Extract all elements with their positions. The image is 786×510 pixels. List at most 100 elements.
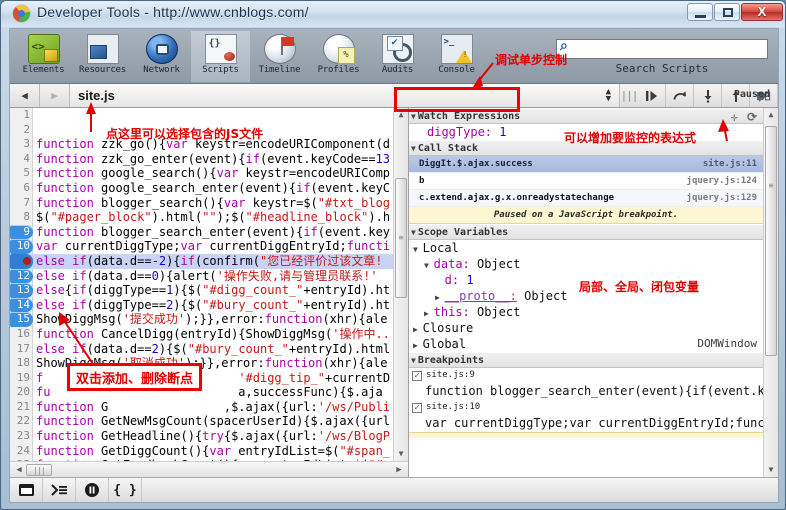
line-number[interactable]: 15 [10,312,33,327]
call-stack-row[interactable]: DiggIt.$.ajax.success site.js:11 [409,156,763,173]
code-line[interactable]: 11else if(data.d==-2){if(confirm("您已经评价过… [10,254,408,269]
code-line[interactable]: 13else{if(diggType==1){$("#digg_count_"+… [10,283,408,298]
line-number[interactable]: 5 [10,166,33,181]
source-lines[interactable]: 123function zzk_go(){var keystr=encodeUR… [10,108,408,461]
dock-to-window-button[interactable] [10,478,43,502]
line-number[interactable]: 11 [10,254,33,269]
line-number[interactable]: 21 [10,400,33,415]
line-number[interactable]: 18 [10,356,33,371]
line-number[interactable]: 22 [10,414,33,429]
scope-variables-header[interactable]: ▼ Scope Variables [409,224,763,240]
line-number[interactable]: 6 [10,181,33,196]
show-console-button[interactable] [43,478,76,502]
sidebar-vertical-scrollbar[interactable]: ▲ ≡ ▼ [763,108,778,477]
scope-row[interactable]: d: 1 [409,272,763,288]
line-number[interactable]: 8 [10,210,33,225]
breakpoint-checkbox[interactable]: ✓ [412,371,422,381]
chevron-down-icon[interactable]: ▼ [424,261,434,270]
sidebar-vscroll-thumb[interactable]: ≡ [765,126,777,356]
tab-scripts[interactable]: Scripts [191,31,250,82]
code-line[interactable]: 16function CancelDigg(entryId){ShowDiggM… [10,327,408,342]
line-number[interactable]: 23 [10,429,33,444]
line-number[interactable]: 3 [10,137,33,152]
chevron-down-icon[interactable]: ▼ [413,245,423,254]
breakpoints-header[interactable]: ▼ Breakpoints [409,352,763,368]
line-number[interactable]: 2 [10,123,33,138]
code-line[interactable]: 9function blogger_search_enter(event){if… [10,225,408,240]
line-number[interactable]: 1 [10,108,33,123]
scroll-down-icon[interactable]: ▼ [764,463,778,477]
tab-console[interactable]: Console [427,31,486,82]
line-number[interactable]: 19 [10,371,33,386]
code-line[interactable]: 17else if(data.d==2){$("#bury_count_"+en… [10,342,408,357]
vscroll-thumb[interactable]: ≡ [395,178,407,298]
line-number[interactable]: 9 [10,225,33,240]
code-line[interactable]: 5function google_search(){var keystr=enc… [10,166,408,181]
maximize-button[interactable] [714,3,740,21]
tab-resources[interactable]: Resources [73,31,132,82]
scroll-up-icon[interactable]: ▲ [764,108,778,122]
code-line[interactable]: 23function GetHeadline(){try{$.ajax({url… [10,429,408,444]
refresh-icon[interactable]: ⟳ [747,111,757,123]
line-number[interactable]: 14 [10,298,33,313]
tab-profiles[interactable]: Profiles [309,31,368,82]
chevron-right-icon[interactable]: ▶ [413,325,423,334]
line-number[interactable]: 16 [10,327,33,342]
line-number[interactable]: 20 [10,385,33,400]
scroll-right-icon[interactable]: ▶ [392,465,406,475]
code-line[interactable]: 14else if(diggType==2){$("#bury_count_"+… [10,298,408,313]
code-line[interactable]: 12else if(data.d==0){alert('操作失败,请与管理员联系… [10,269,408,284]
line-number[interactable]: 17 [10,342,33,357]
scope-row[interactable]: ▶ __proto__: Object [409,288,763,304]
code-line[interactable]: 3function zzk_go(){var keystr=encodeURIC… [10,137,408,152]
breakpoint-row[interactable]: ✓ site.js:10 [409,400,763,415]
code-line[interactable]: 8$("#pager_block").html("");$("#headline… [10,210,408,225]
code-line[interactable]: 4function zzk_go_enter(event){if(event.k… [10,152,408,167]
line-number[interactable]: 10 [10,239,33,254]
line-number[interactable]: 13 [10,283,33,298]
scroll-down-icon[interactable]: ▼ [394,447,408,461]
scroll-left-icon[interactable]: ◀ [12,465,26,475]
step-over-button[interactable] [666,84,694,107]
scope-row[interactable]: ▶ this: Object [409,304,763,320]
code-line[interactable]: 10var currentDiggType;var currentDiggEnt… [10,239,408,254]
chevron-right-icon[interactable]: ▶ [413,341,423,350]
code-vertical-scrollbar[interactable]: ▲ ≡ ▼ [393,108,408,461]
scope-row[interactable]: ▶ Closure [409,320,763,336]
tab-network[interactable]: Network [132,31,191,82]
search-input[interactable] [556,39,768,59]
watch-expression-row[interactable]: diggType: 1 [409,124,763,140]
plus-icon[interactable]: ✛ [731,111,738,123]
line-number[interactable]: 24 [10,444,33,459]
file-selector[interactable]: site.js ▲▼ [70,84,620,107]
code-line[interactable]: 2 [10,123,408,138]
scope-row[interactable]: ▶ GlobalDOMWindow [409,336,763,352]
call-stack-row[interactable]: c.extend.ajax.g.x.onreadystatechange jqu… [409,190,763,207]
splitter-grip[interactable]: ||| [620,89,638,102]
scope-row[interactable]: ▼ Local [409,240,763,256]
code-line[interactable]: 6function google_search_enter(event){if(… [10,181,408,196]
scope-row[interactable]: ▼ data: Object [409,256,763,272]
chevron-right-icon[interactable]: ▶ [435,293,445,302]
call-stack-header[interactable]: ▼ Call Stack [409,140,763,156]
code-line[interactable]: 24function GetDiggCount(){var entryIdLis… [10,444,408,459]
line-number[interactable]: 12 [10,269,33,284]
chevron-right-icon[interactable]: ▶ [424,309,434,318]
code-line[interactable]: 1 [10,108,408,123]
code-horizontal-scrollbar[interactable]: ◀ ||| ▶ [10,461,408,477]
minimize-button[interactable] [687,3,713,21]
code-line[interactable]: 21function G ,$.ajax({url:'/ws/Publi [10,400,408,415]
call-stack-row[interactable]: b jquery.js:124 [409,173,763,190]
hscroll-thumb[interactable]: ||| [26,464,52,476]
tab-timeline[interactable]: Timeline [250,31,309,82]
tab-elements[interactable]: Elements [14,31,73,82]
code-line[interactable]: 15ShowDiggMsg('提交成功');}},error:function(… [10,312,408,327]
line-number[interactable]: 4 [10,152,33,167]
line-number[interactable]: 7 [10,196,33,211]
breakpoint-row[interactable]: ✓ site.js:9 [409,368,763,383]
close-button[interactable]: X [741,3,783,21]
step-into-button[interactable] [694,84,722,107]
code-line[interactable]: 7function blogger_search(){var keystr=$(… [10,196,408,211]
forward-button[interactable]: ▶ [40,84,70,107]
tab-audits[interactable]: Audits [368,31,427,82]
